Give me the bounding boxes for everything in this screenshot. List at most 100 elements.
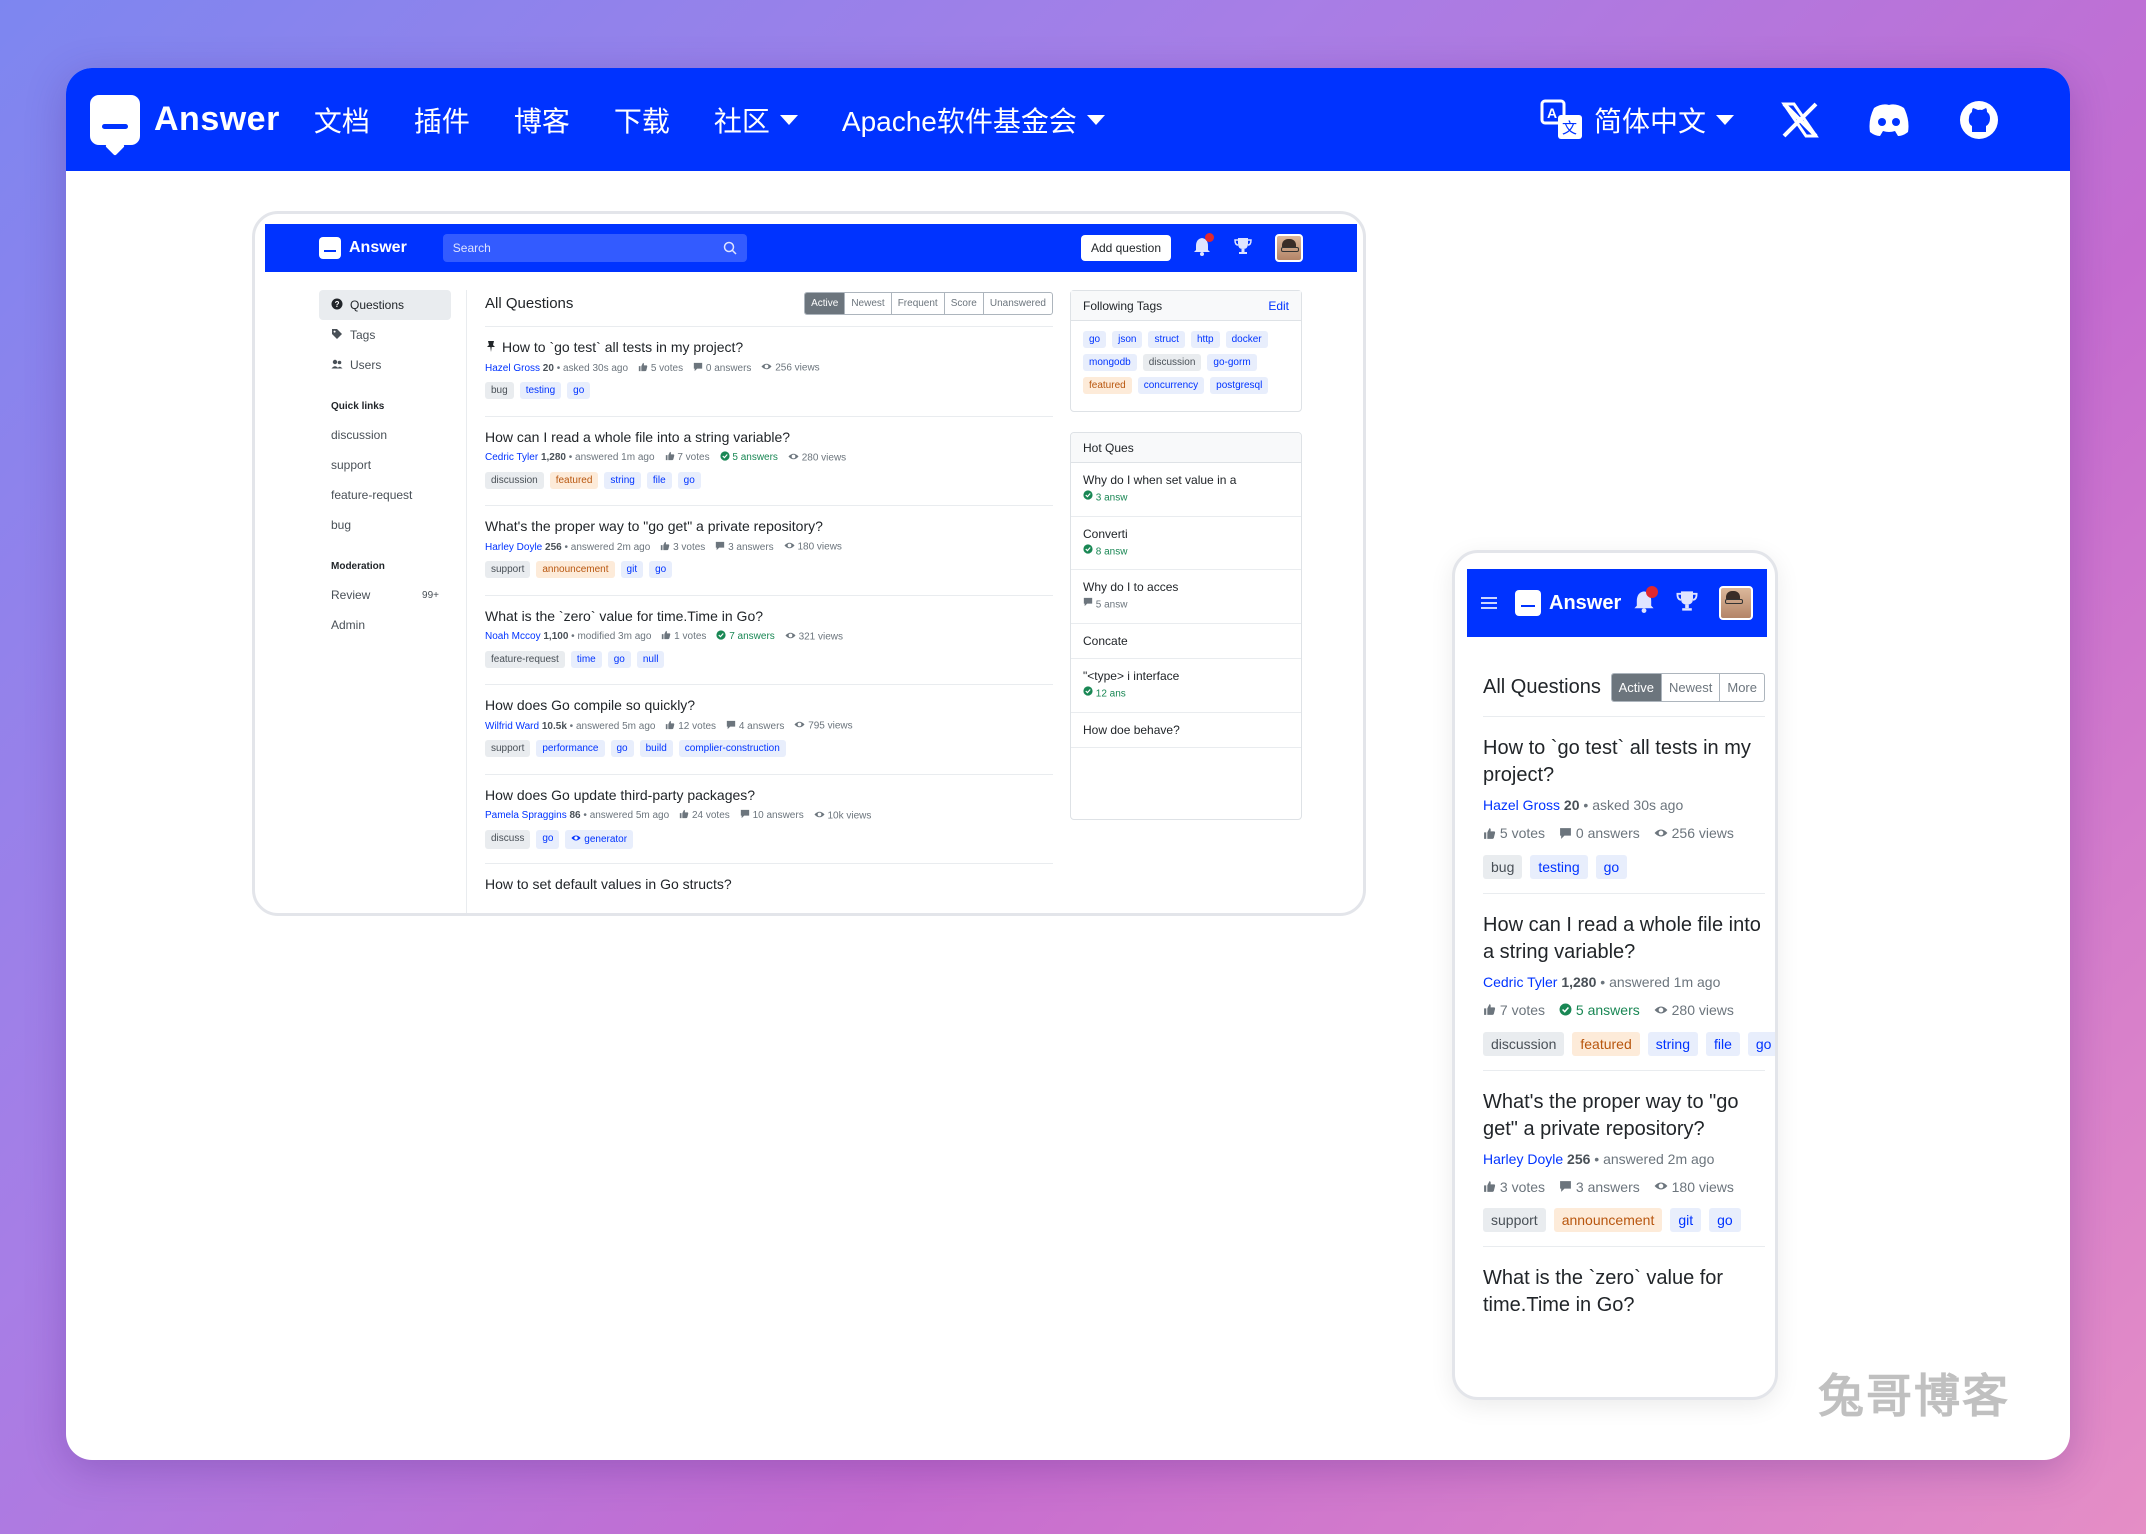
tag[interactable]: go — [607, 650, 631, 668]
tag[interactable]: git — [620, 561, 644, 578]
author-name[interactable]: Pamela Spraggins — [485, 810, 567, 821]
sidebar-item-tags[interactable]: Tags — [319, 320, 451, 350]
tag[interactable]: testing — [1530, 854, 1588, 879]
tag[interactable]: discuss — [485, 829, 531, 849]
user-avatar[interactable] — [1275, 234, 1303, 262]
author-name[interactable]: Hazel Gross — [1483, 797, 1560, 813]
site-nav-link[interactable]: 社区 — [714, 100, 798, 140]
tag[interactable]: git — [1670, 1208, 1702, 1233]
tag[interactable]: go — [610, 740, 634, 757]
tag[interactable]: performance — [536, 740, 605, 757]
site-nav-link[interactable]: 插件 — [414, 100, 470, 140]
search-input[interactable]: Search — [442, 234, 747, 262]
tag[interactable]: go — [567, 382, 591, 399]
author-name[interactable]: Cedric Tyler — [1483, 974, 1557, 990]
quick-link-support[interactable]: support — [319, 450, 451, 480]
language-selector[interactable]: A文 简体中文 — [1540, 99, 1734, 141]
sidebar-item-users[interactable]: Users — [319, 350, 451, 380]
sort-tab-newest[interactable]: Newest — [844, 292, 890, 314]
author-name[interactable]: Wilfrid Ward — [485, 721, 539, 732]
notification-bell-icon[interactable] — [1633, 585, 1658, 618]
question-title[interactable]: What's the proper way to "go get" a priv… — [485, 518, 1053, 534]
author-name[interactable]: Harley Doyle — [485, 542, 542, 553]
tag[interactable]: go — [1709, 1208, 1741, 1233]
tag[interactable]: struct — [1148, 331, 1185, 348]
sort-tab-active[interactable]: Active — [805, 292, 845, 314]
question-title[interactable]: What's the proper way to "go get" a priv… — [1483, 1089, 1765, 1143]
sort-tab-frequent[interactable]: Frequent — [890, 292, 944, 314]
hot-question-item[interactable]: Converti 8 answ — [1071, 517, 1301, 571]
tag[interactable]: generator — [565, 829, 634, 849]
tag[interactable]: announcement — [536, 561, 615, 578]
tag[interactable]: go — [536, 829, 560, 849]
tag[interactable]: go-gorm — [1207, 354, 1257, 371]
author-name[interactable]: Hazel Gross — [485, 363, 540, 374]
tag[interactable]: testing — [519, 382, 562, 399]
sidebar-item-review[interactable]: Review 99+ — [319, 580, 451, 610]
tag[interactable]: concurrency — [1137, 377, 1205, 394]
tag[interactable]: json — [1112, 331, 1143, 348]
site-nav-link[interactable]: Apache软件基金会 — [842, 100, 1105, 140]
add-question-button[interactable]: Add question — [1080, 235, 1171, 261]
mobile-logo[interactable]: Answer — [1515, 590, 1621, 616]
sidebar-item-admin[interactable]: Admin — [319, 610, 451, 640]
quick-link-discussion[interactable]: discussion — [319, 420, 451, 450]
tag[interactable]: go — [1747, 1031, 1775, 1056]
edit-following-tags-link[interactable]: Edit — [1268, 299, 1289, 313]
discord-icon[interactable] — [1866, 102, 1912, 138]
trophy-icon[interactable] — [1675, 589, 1699, 618]
question-title[interactable]: How to set default values in Go structs? — [485, 876, 1053, 892]
tag[interactable]: featured — [549, 471, 599, 489]
author-name[interactable]: Harley Doyle — [1483, 1151, 1563, 1167]
question-title[interactable]: What is the `zero` value for time.Time i… — [1483, 1265, 1765, 1319]
hamburger-menu-icon[interactable] — [1481, 597, 1497, 609]
tag[interactable]: feature-request — [485, 650, 565, 668]
tag[interactable]: string — [604, 471, 641, 489]
tag[interactable]: go — [649, 561, 673, 578]
tag[interactable]: support — [485, 561, 531, 578]
tag[interactable]: build — [639, 740, 673, 757]
quick-link-feature-request[interactable]: feature-request — [319, 480, 451, 510]
github-icon[interactable] — [1958, 99, 2000, 141]
tag[interactable]: bug — [485, 382, 514, 399]
hot-question-item[interactable]: Concate — [1071, 624, 1301, 659]
sort-tab-more[interactable]: More — [1719, 674, 1764, 701]
tag[interactable]: support — [485, 740, 531, 757]
question-title[interactable]: How does Go update third-party packages? — [485, 787, 1053, 803]
hot-question-item[interactable]: Why do I when set value in a 3 answ — [1071, 463, 1301, 517]
tag[interactable]: announcement — [1553, 1208, 1663, 1233]
site-nav-link[interactable]: 文档 — [314, 100, 370, 140]
sort-tab-unanswered[interactable]: Unanswered — [982, 292, 1052, 314]
tag[interactable]: mongodb — [1083, 354, 1137, 371]
sidebar-item-questions[interactable]: ? Questions — [319, 290, 451, 320]
tag[interactable]: go — [677, 471, 701, 489]
sort-tab-active[interactable]: Active — [1611, 674, 1662, 701]
tag[interactable]: support — [1483, 1208, 1546, 1233]
question-title[interactable]: How can I read a whole file into a strin… — [1483, 912, 1765, 966]
question-title[interactable]: How to `go test` all tests in my project… — [1483, 735, 1765, 789]
tag[interactable]: featured — [1572, 1031, 1640, 1056]
x-icon[interactable] — [1780, 100, 1820, 140]
sort-tab-newest[interactable]: Newest — [1661, 674, 1719, 701]
question-title[interactable]: How can I read a whole file into a strin… — [485, 429, 1053, 445]
question-title[interactable]: How to `go test` all tests in my project… — [485, 339, 1053, 355]
tag[interactable]: time — [570, 650, 602, 668]
tag[interactable]: file — [1705, 1031, 1740, 1056]
tag[interactable]: discussion — [1483, 1031, 1565, 1056]
tag[interactable]: null — [636, 650, 665, 668]
tag[interactable]: docker — [1225, 331, 1268, 348]
user-avatar[interactable] — [1719, 586, 1753, 620]
tag[interactable]: discussion — [485, 471, 544, 489]
tag[interactable]: complier-construction — [678, 740, 786, 757]
site-logo[interactable]: Answer — [90, 94, 280, 145]
hot-question-item[interactable]: "<type> i interface 12 ans — [1071, 659, 1301, 713]
author-name[interactable]: Cedric Tyler — [485, 452, 538, 463]
tag[interactable]: go — [1083, 331, 1107, 348]
tag[interactable]: file — [646, 471, 672, 489]
sort-tab-score[interactable]: Score — [943, 292, 983, 314]
notification-bell-icon[interactable] — [1193, 232, 1214, 261]
tag[interactable]: featured — [1083, 377, 1132, 394]
hot-question-item[interactable]: Why do I to acces 5 answ — [1071, 570, 1301, 624]
tag[interactable]: postgresql — [1210, 377, 1269, 394]
trophy-icon[interactable] — [1233, 236, 1253, 261]
